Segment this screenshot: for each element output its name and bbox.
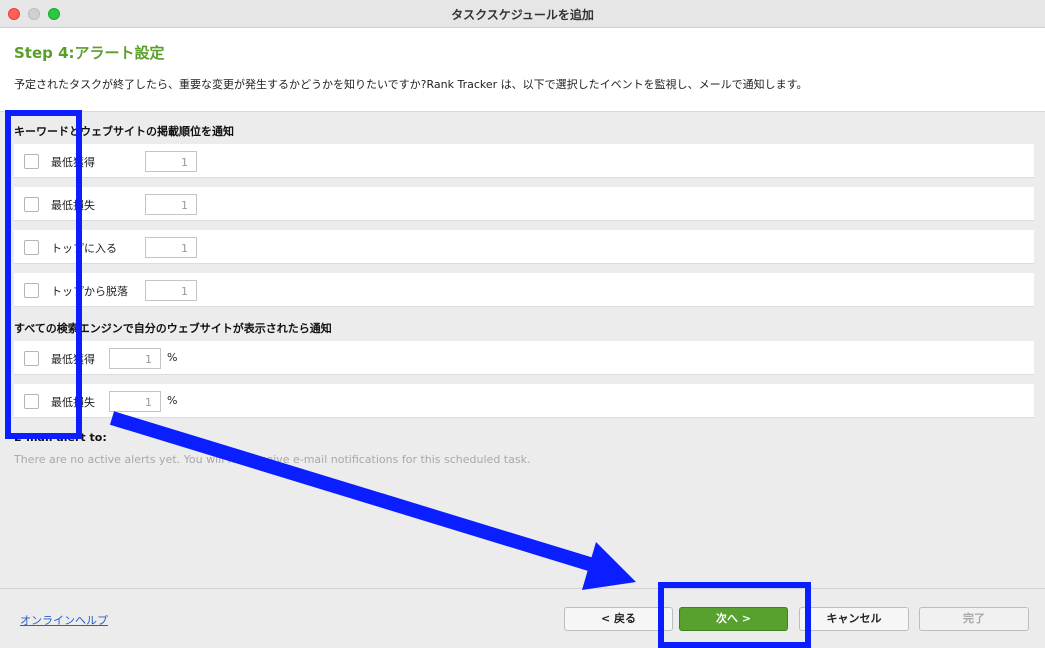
alert-row-visibility-gain: 最低獲得 1 % <box>14 341 1034 375</box>
alert-row-min-gain: 最低獲得 1 <box>14 144 1034 178</box>
footer-divider <box>0 588 1045 589</box>
drop-top-input[interactable]: 1 <box>145 280 197 301</box>
email-alert-note: There are no active alerts yet. You will… <box>14 453 531 466</box>
cancel-button[interactable]: キャンセル <box>799 607 909 631</box>
next-button-highlight <box>658 582 811 648</box>
step-description: 予定されたタスクが終了したら、重要な変更が発生するかどうかを知りたいですか?Ra… <box>14 78 808 91</box>
step-header: Step 4:アラート設定 予定されたタスクが終了したら、重要な変更が発生するか… <box>0 28 1045 112</box>
back-button[interactable]: < 戻る <box>564 607 673 631</box>
alert-row-drop-top: トップから脱落 1 <box>14 273 1034 307</box>
min-gain-input[interactable]: 1 <box>145 151 197 172</box>
alert-row-visibility-loss: 最低損失 1 % <box>14 384 1034 418</box>
percent-unit: % <box>167 351 178 364</box>
title-bar: タスクスケジュールを追加 <box>0 0 1045 28</box>
alert-row-enter-top: トップに入る 1 <box>14 230 1034 264</box>
percent-unit: % <box>167 394 178 407</box>
checkbox-column-highlight <box>5 110 82 439</box>
finish-button[interactable]: 完了 <box>919 607 1029 631</box>
min-loss-input[interactable]: 1 <box>145 194 197 215</box>
step-title: Step 4:アラート設定 <box>14 44 165 62</box>
visibility-loss-input[interactable]: 1 <box>109 391 161 412</box>
enter-top-input[interactable]: 1 <box>145 237 197 258</box>
window-title: タスクスケジュールを追加 <box>451 8 594 22</box>
online-help-link[interactable]: オンラインヘルプ <box>20 612 108 628</box>
alert-row-min-loss: 最低損失 1 <box>14 187 1034 221</box>
visibility-gain-input[interactable]: 1 <box>109 348 161 369</box>
